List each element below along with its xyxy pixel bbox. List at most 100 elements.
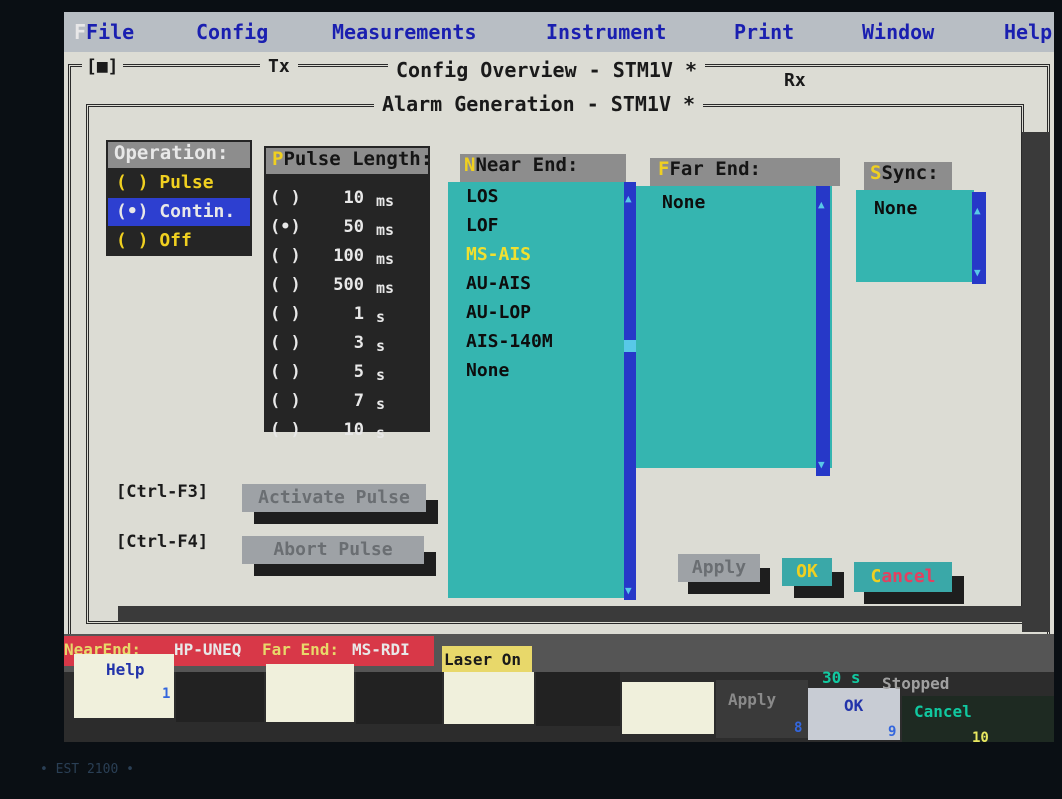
pulse-length-unit: s bbox=[376, 366, 386, 384]
pulse-length-value: 500 bbox=[333, 275, 364, 295]
operation-pulse-radio[interactable]: ( ) Pulse bbox=[116, 172, 214, 193]
sync-item[interactable]: None bbox=[874, 198, 917, 219]
far-end-header: FFar End: bbox=[650, 158, 840, 186]
window-title: Config Overview - STM1V * bbox=[388, 58, 706, 82]
menu-instrument[interactable]: Instrument bbox=[546, 20, 666, 44]
far-end-scroll-down-icon[interactable]: ▼ bbox=[818, 458, 825, 471]
fkey-apply-number: 8 bbox=[794, 720, 803, 736]
near-end-scroll-up-icon[interactable]: ▲ bbox=[625, 192, 632, 205]
near-end-header: NNear End: bbox=[460, 154, 626, 182]
near-end-item[interactable]: AU-AIS bbox=[466, 273, 531, 294]
operation-continuous-radio[interactable]: (•) Contin. bbox=[108, 198, 250, 226]
pulse-length-unit: s bbox=[376, 308, 386, 326]
far-end-scrollbar[interactable] bbox=[816, 186, 830, 476]
pulse-length-header-text: Pulse Length: bbox=[283, 148, 433, 170]
pulse-length-unit: s bbox=[376, 424, 386, 442]
pulse-length-value: 5 bbox=[353, 362, 364, 382]
fkey-help-number: 1 bbox=[162, 686, 171, 702]
elapsed-time: 30 s bbox=[822, 668, 861, 687]
rx-label: Rx bbox=[784, 70, 806, 91]
tx-label: Tx bbox=[260, 56, 298, 77]
operation-header: Operation: bbox=[108, 142, 250, 168]
pulse-length-radio[interactable]: ( ) bbox=[270, 304, 301, 324]
status-far-end-label: Far End: bbox=[262, 640, 340, 659]
pulse-length-value: 50 bbox=[343, 217, 364, 237]
near-end-item[interactable]: MS-AIS bbox=[466, 244, 531, 265]
pulse-length-unit: s bbox=[376, 337, 386, 355]
fkey-apply-label: Apply bbox=[728, 690, 777, 709]
pulse-length-radio[interactable]: ( ) bbox=[270, 362, 301, 382]
fkey-3[interactable] bbox=[266, 664, 354, 722]
sync-scroll-down-icon[interactable]: ▼ bbox=[974, 266, 981, 279]
menu-print[interactable]: Print bbox=[734, 20, 794, 44]
cancel-button[interactable]: Cancel bbox=[854, 562, 952, 592]
fkey-ok-label: OK bbox=[844, 696, 864, 715]
far-end-item[interactable]: None bbox=[662, 192, 705, 213]
pulse-length-unit: s bbox=[376, 395, 386, 413]
fkey-7[interactable] bbox=[622, 682, 714, 734]
pulse-length-unit: ms bbox=[376, 250, 395, 268]
menu-measurements[interactable]: Measurements bbox=[332, 20, 477, 44]
cancel-hotkey: C bbox=[870, 566, 882, 587]
fkey-2[interactable] bbox=[176, 672, 264, 722]
bezel-label: • EST 2100 • bbox=[40, 762, 134, 777]
laser-status: Laser On bbox=[442, 646, 532, 672]
pulse-length-radio[interactable]: ( ) bbox=[270, 391, 301, 411]
pulse-length-radio[interactable]: ( ) bbox=[270, 275, 301, 295]
activate-pulse-button[interactable]: Activate Pulse bbox=[242, 484, 426, 512]
sync-hotkey: S bbox=[870, 162, 882, 184]
menu-file-hotkey: F bbox=[74, 20, 87, 44]
pulse-length-radio[interactable]: ( ) bbox=[270, 246, 301, 266]
menu-config[interactable]: Config bbox=[196, 20, 268, 44]
window-scrollbar[interactable] bbox=[1022, 132, 1050, 632]
abort-shortcut-key: [Ctrl-F4] bbox=[116, 532, 209, 552]
menu-file-label: File bbox=[86, 20, 135, 44]
pulse-length-radio[interactable]: ( ) bbox=[270, 420, 301, 440]
near-end-scrollbar[interactable] bbox=[624, 182, 636, 600]
pulse-length-unit: ms bbox=[376, 221, 395, 239]
activate-shortcut-key: [Ctrl-F3] bbox=[116, 482, 209, 502]
near-end-item[interactable]: AU-LOP bbox=[466, 302, 531, 323]
pulse-length-value: 1 bbox=[353, 304, 364, 324]
run-state: Stopped bbox=[882, 674, 950, 693]
far-end-header-text: Far End: bbox=[669, 158, 761, 180]
pulse-length-value: 3 bbox=[353, 333, 364, 353]
status-far-end-value: MS-RDI bbox=[352, 640, 410, 659]
far-end-scroll-up-icon[interactable]: ▲ bbox=[818, 198, 825, 211]
near-end-item[interactable]: AIS-140M bbox=[466, 331, 553, 352]
pulse-length-unit: ms bbox=[376, 279, 395, 297]
sync-scroll-up-icon[interactable]: ▲ bbox=[974, 204, 981, 217]
apply-button[interactable]: Apply bbox=[678, 554, 760, 582]
window-close-button[interactable]: [■] bbox=[82, 56, 123, 77]
pulse-length-header: PPulse Length: bbox=[266, 148, 432, 174]
pulse-length-radio[interactable]: ( ) bbox=[270, 333, 301, 353]
menu-help[interactable]: Help bbox=[1004, 20, 1052, 44]
near-end-item[interactable]: LOF bbox=[466, 215, 499, 236]
fkey-cancel-number: 10 bbox=[972, 730, 989, 742]
near-end-item[interactable]: None bbox=[466, 360, 509, 381]
menu-window[interactable]: Window bbox=[862, 20, 934, 44]
pulse-length-radio[interactable]: ( ) bbox=[270, 188, 301, 208]
fkey-cancel-label: Cancel bbox=[914, 702, 972, 721]
pulse-length-radio[interactable]: (•) bbox=[270, 217, 301, 237]
near-end-scroll-down-icon[interactable]: ▼ bbox=[625, 584, 632, 597]
fkey-5[interactable] bbox=[444, 672, 534, 724]
pulse-length-unit: ms bbox=[376, 192, 395, 210]
fkey-4[interactable] bbox=[356, 672, 442, 724]
pulse-length-value: 10 bbox=[343, 188, 364, 208]
near-end-item[interactable]: LOS bbox=[466, 186, 499, 207]
abort-pulse-button[interactable]: Abort Pulse bbox=[242, 536, 424, 564]
dialog-bottom-strip bbox=[118, 606, 1038, 622]
near-end-hotkey: N bbox=[464, 154, 476, 176]
far-end-list[interactable] bbox=[636, 186, 832, 468]
far-end-hotkey: F bbox=[658, 158, 670, 180]
sync-header-text: Sync: bbox=[881, 162, 939, 184]
pulse-length-value: 7 bbox=[353, 391, 364, 411]
near-end-scroll-thumb[interactable] bbox=[624, 340, 636, 352]
menu-file[interactable]: FFile bbox=[74, 20, 134, 44]
ok-button[interactable]: OK bbox=[782, 558, 832, 586]
fkey-6[interactable] bbox=[536, 672, 620, 726]
fkey-help-label: Help bbox=[106, 660, 145, 679]
operation-off-radio[interactable]: ( ) Off bbox=[116, 230, 192, 251]
pulse-length-value: 10 bbox=[343, 420, 364, 440]
